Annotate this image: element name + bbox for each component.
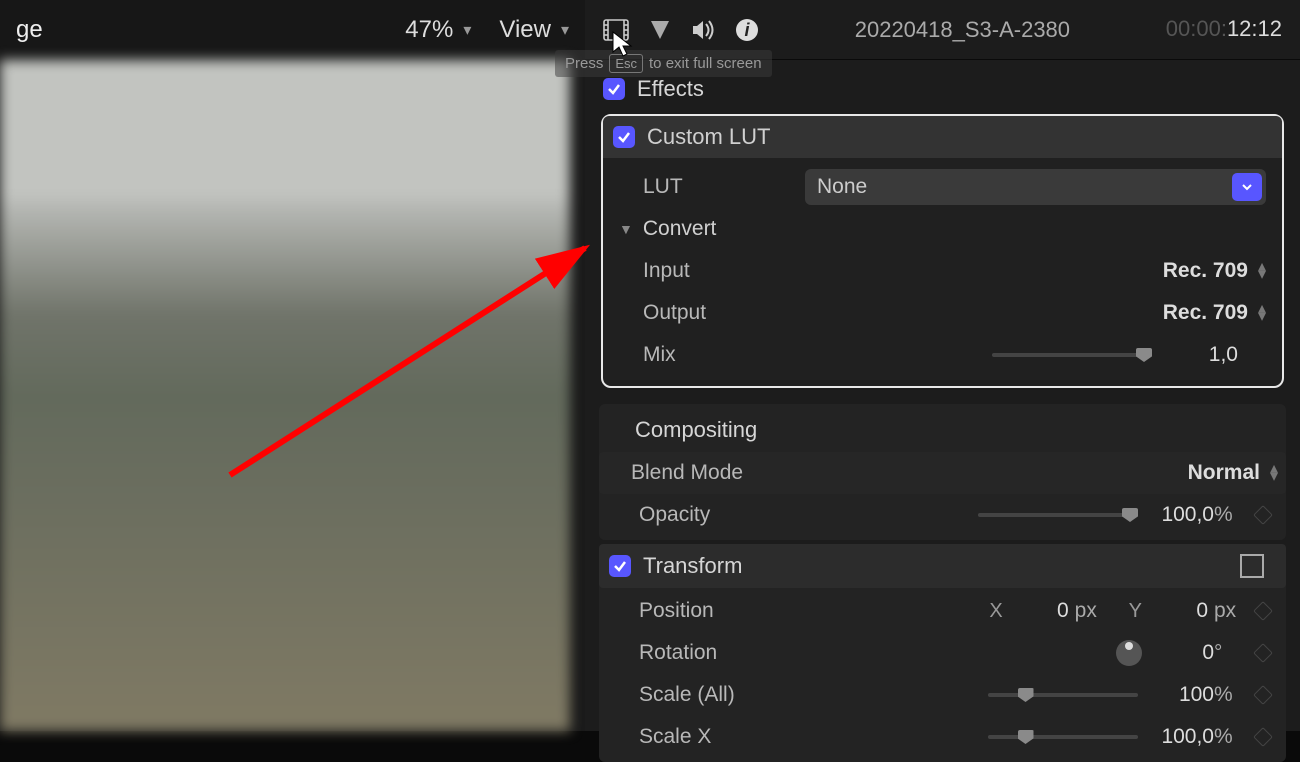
lut-dropdown[interactable]: None	[805, 169, 1266, 205]
scale-x-label: Scale X	[611, 725, 801, 749]
keyframe-icon[interactable]	[1253, 685, 1273, 705]
scale-all-label: Scale (All)	[611, 683, 801, 707]
convert-label: Convert	[643, 217, 717, 241]
scale-x-slider[interactable]	[988, 735, 1138, 739]
keyframe-icon[interactable]	[1253, 601, 1273, 621]
input-label: Input	[615, 259, 805, 283]
keyframe-icon[interactable]	[1253, 505, 1273, 525]
disclosure-triangle-icon[interactable]: ▼	[619, 221, 633, 237]
mix-slider[interactable]	[992, 353, 1152, 357]
output-label: Output	[615, 301, 805, 325]
viewer-toolbar: ge 47% ▾ View ▾	[0, 0, 585, 60]
input-value-stepper[interactable]: Rec. 709 ▴▾	[1158, 259, 1266, 283]
compositing-title: Compositing	[607, 417, 757, 443]
compositing-section: Compositing Blend Mode Normal ▴▾ Opacity	[599, 404, 1286, 540]
transform-title: Transform	[643, 553, 742, 579]
viewer-panel: ge 47% ▾ View ▾	[0, 0, 585, 731]
stepper-arrows-icon: ▴▾	[1258, 305, 1266, 321]
zoom-value: 47%	[405, 16, 453, 44]
mix-label: Mix	[615, 343, 805, 367]
opacity-label: Opacity	[611, 503, 801, 527]
zoom-dropdown[interactable]: 47% ▾	[405, 16, 471, 44]
effects-title: Effects	[637, 76, 704, 102]
opacity-value[interactable]: 100,0	[1154, 503, 1214, 527]
stepper-arrows-icon: ▴▾	[1270, 465, 1278, 481]
output-value-stepper[interactable]: Rec. 709 ▴▾	[1158, 301, 1266, 325]
inspector-panel: i 20220418_S3-A-2380 00:00:12:12 Press E…	[585, 0, 1300, 731]
opacity-slider[interactable]	[978, 513, 1138, 517]
scale-x-value[interactable]: 100,0	[1154, 725, 1214, 749]
viewer-title-fragment: ge	[16, 16, 43, 44]
y-label: Y	[1129, 600, 1142, 623]
mix-value[interactable]: 1,0	[1168, 343, 1238, 367]
fullscreen-hint: Press Esc to exit full screen	[555, 50, 772, 77]
stepper-arrows-icon: ▴▾	[1258, 263, 1266, 279]
custom-lut-checkbox[interactable]	[613, 126, 635, 148]
color-icon[interactable]	[649, 19, 671, 41]
chevron-down-icon: ▾	[463, 20, 471, 40]
scale-all-value[interactable]: 100	[1154, 683, 1214, 707]
custom-lut-title: Custom LUT	[647, 124, 770, 150]
view-label: View	[499, 16, 551, 44]
blend-mode-label: Blend Mode	[603, 461, 793, 485]
dropdown-arrow-icon	[1232, 173, 1262, 201]
rotation-label: Rotation	[611, 641, 801, 665]
viewer-image[interactable]	[0, 60, 570, 731]
transform-checkbox[interactable]	[609, 555, 631, 577]
x-label: X	[989, 600, 1002, 623]
crop-icon[interactable]	[1240, 554, 1264, 578]
position-label: Position	[611, 599, 801, 623]
effects-checkbox[interactable]	[603, 78, 625, 100]
info-icon[interactable]: i	[735, 18, 759, 42]
audio-icon[interactable]	[691, 19, 715, 41]
chevron-down-icon: ▾	[561, 20, 569, 40]
lut-label: LUT	[615, 175, 805, 199]
transform-section: Transform Position X 0 px Y 0 px	[599, 544, 1286, 762]
rotation-value[interactable]: 0	[1154, 641, 1214, 665]
custom-lut-effect: Custom LUT LUT None ▼ Convert	[601, 114, 1284, 388]
keyframe-icon[interactable]	[1253, 643, 1273, 663]
position-x-value[interactable]: 0	[1009, 599, 1069, 623]
scale-all-slider[interactable]	[988, 693, 1138, 697]
clip-name: 20220418_S3-A-2380	[759, 17, 1166, 43]
position-y-value[interactable]: 0	[1148, 599, 1208, 623]
video-icon[interactable]	[603, 19, 629, 41]
view-dropdown[interactable]: View ▾	[499, 16, 569, 44]
blend-mode-dropdown[interactable]: Normal ▴▾	[1170, 461, 1278, 485]
timecode: 00:00:12:12	[1166, 16, 1282, 43]
rotation-dial[interactable]	[1116, 640, 1142, 666]
keyframe-icon[interactable]	[1253, 727, 1273, 747]
